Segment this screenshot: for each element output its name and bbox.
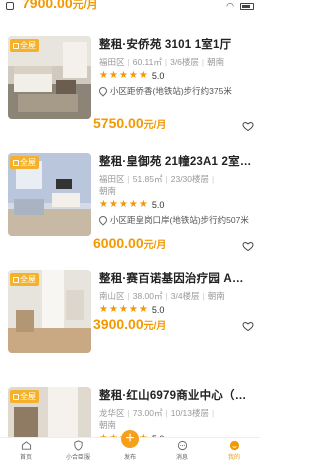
listing-location: 小区距皇岗口岸(地铁站)步行约507米 [97, 214, 254, 226]
rating-score: 5.0 [151, 200, 165, 210]
whole-house-badge: 全屋 [10, 273, 39, 286]
profile-icon [229, 440, 239, 451]
star-icon: ★ [128, 70, 138, 81]
star-icon: ★ [138, 199, 148, 210]
home-icon [21, 441, 31, 450]
star-icon: ★ [128, 199, 138, 210]
location-pin-icon [97, 85, 109, 97]
listing-price: 3900.00元/月 [93, 316, 167, 332]
tab-messages[interactable]: 消息 [156, 438, 208, 463]
listing-title[interactable]: 整租·皇御苑 21幢23A1 2室1厅 [99, 153, 254, 169]
previous-listing-price: 7900.00元/月 [22, 0, 98, 11]
location-pin-icon [97, 214, 109, 226]
listing-meta: 龙华区 | 73.00㎡ | 10/13楼层 | 朝南 [99, 408, 215, 430]
star-icon: ★ [118, 70, 128, 81]
rating-stars: ★★★★★ 5.0 [99, 304, 254, 316]
star-icon: ★ [108, 304, 118, 315]
star-icon: ★ [138, 304, 148, 315]
rating-stars: ★★★★★ 5.0 [99, 199, 254, 211]
publish-plus-button[interactable]: + [121, 430, 139, 448]
rating-score: 5.0 [151, 305, 165, 315]
listing-photo[interactable]: 全屋 [8, 36, 91, 119]
whole-house-badge: 全屋 [10, 39, 39, 52]
status-bar: 7900.00元/月 ◠ [0, 0, 260, 12]
listing-card[interactable]: 全屋 整租·皇御苑 21幢23A1 2室1厅 福田区 | 51.85㎡ | 23/30楼… [0, 129, 260, 252]
shield-icon [73, 440, 83, 451]
listing-list[interactable]: 全屋 整租·安侨苑 3101 1室1厅 福田区 | 60.11㎡ | 3/6楼层 | 朝南 … [0, 12, 260, 463]
listing-meta: 福田区 | 60.11㎡ | 3/6楼层 | 朝南 [99, 57, 225, 67]
star-icon: ★ [128, 304, 138, 315]
favorite-heart-icon[interactable] [242, 320, 254, 332]
star-icon: ★ [99, 70, 108, 81]
star-icon: ★ [99, 199, 108, 210]
listing-card[interactable]: 全屋 整租·赛百诺基因治疗园 A幢0… 南山区 | 38.00㎡ | 3/4楼层 | 朝南 … [0, 246, 260, 363]
tab-profile[interactable]: 我的 [208, 438, 260, 463]
listing-title[interactable]: 整租·赛百诺基因治疗园 A幢0… [99, 270, 254, 286]
listing-meta: 南山区 | 38.00㎡ | 3/4楼层 | 朝南 [99, 291, 225, 301]
tab-home[interactable]: 首页 [0, 438, 52, 463]
star-icon: ★ [138, 70, 148, 81]
star-icon: ★ [108, 199, 118, 210]
star-icon: ★ [108, 70, 118, 81]
listing-location: 小区距侨香(地铁站)步行约375米 [97, 85, 254, 97]
message-icon [177, 440, 187, 451]
whole-house-badge: 全屋 [10, 156, 39, 169]
listing-title[interactable]: 整租·安侨苑 3101 1室1厅 [99, 36, 254, 52]
rating-stars: ★★★★★ 5.0 [99, 70, 254, 82]
listing-card[interactable]: 全屋 整租·安侨苑 3101 1室1厅 福田区 | 60.11㎡ | 3/6楼层 | 朝南 … [0, 12, 260, 132]
wifi-icon: ◠ [226, 0, 234, 11]
star-icon: ★ [118, 199, 128, 210]
listing-title[interactable]: 整租·红山6979商业中心（一… [99, 387, 254, 403]
battery-icon [240, 2, 254, 10]
tab-service[interactable]: 小合臣服 [52, 438, 104, 463]
listing-meta: 福田区 | 51.85㎡ | 23/30楼层 | 朝南 [99, 174, 215, 196]
whole-house-badge: 全屋 [10, 390, 39, 403]
listing-photo[interactable]: 全屋 [8, 153, 91, 236]
app-notification-icon [6, 2, 14, 10]
rating-score: 5.0 [151, 71, 165, 81]
listing-photo[interactable]: 全屋 [8, 270, 91, 353]
star-icon: ★ [118, 304, 128, 315]
star-icon: ★ [99, 304, 108, 315]
